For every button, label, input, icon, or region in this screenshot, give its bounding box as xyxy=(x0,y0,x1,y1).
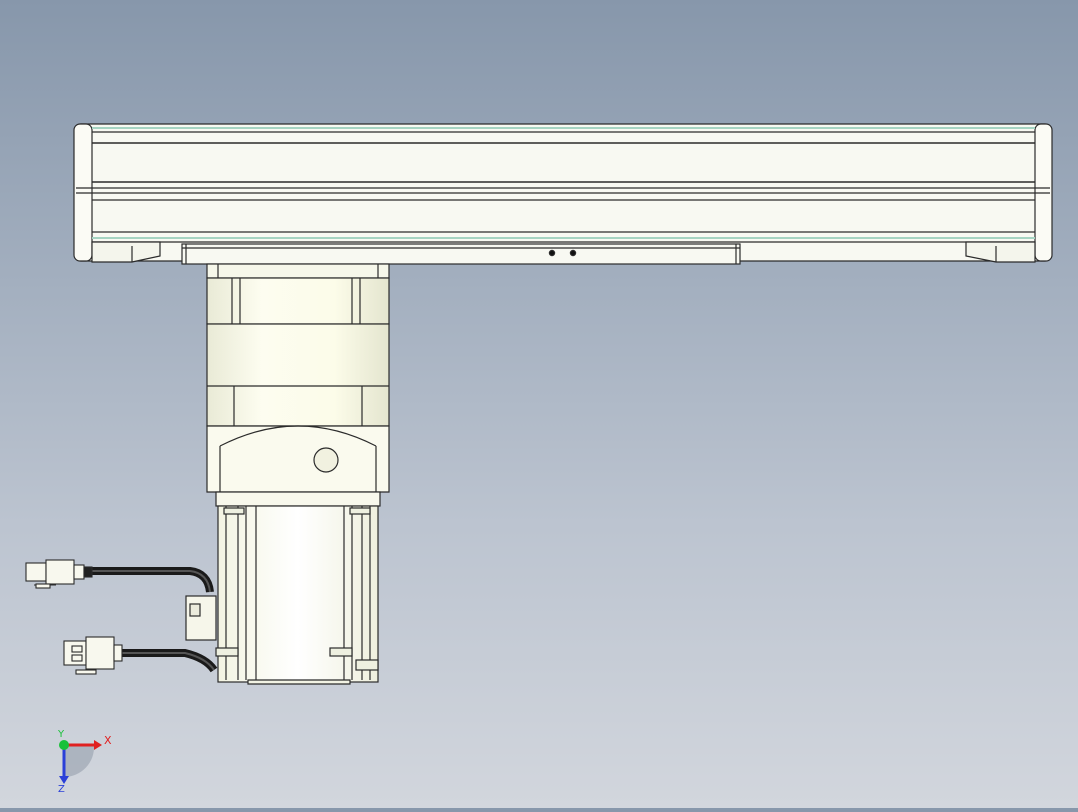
actuator-rail[interactable] xyxy=(73,123,1053,263)
cad-viewport[interactable]: X Y Z xyxy=(0,0,1078,808)
power-cable xyxy=(92,567,214,593)
servo-motor[interactable] xyxy=(185,491,381,685)
axis-triad-icon: X Y Z xyxy=(57,729,112,795)
encoder-connector[interactable] xyxy=(63,636,123,675)
carriage-plate[interactable] xyxy=(181,243,741,265)
power-connector[interactable] xyxy=(25,559,93,589)
encoder-cable xyxy=(120,649,218,673)
axis-z-label: Z xyxy=(58,784,65,795)
gearbox[interactable] xyxy=(206,263,390,493)
axis-x-label: X xyxy=(104,734,112,747)
axis-y-label: Y xyxy=(57,729,65,740)
